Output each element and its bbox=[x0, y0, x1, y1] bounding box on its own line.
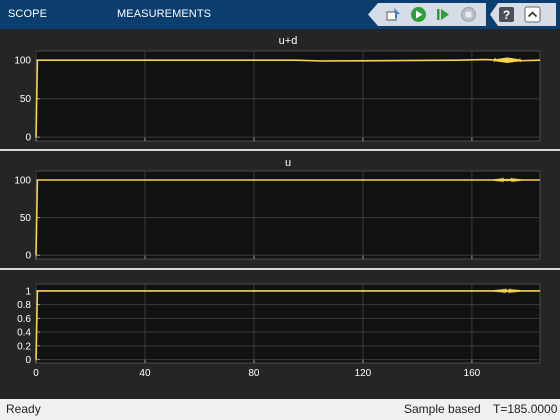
panel-separator bbox=[0, 268, 560, 270]
axes-background bbox=[35, 283, 541, 364]
y-tick-label: 50 bbox=[20, 94, 32, 105]
tab-measurements[interactable]: MEASUREMENTS bbox=[117, 0, 211, 29]
y-tick-label: 100 bbox=[14, 56, 31, 67]
signal-oscillation bbox=[493, 288, 522, 294]
y-tick-label: 0.4 bbox=[17, 328, 31, 339]
scope-panel-2: u 0 50 100 bbox=[14, 157, 541, 262]
find-signal-button[interactable] bbox=[384, 5, 403, 24]
status-ready: Ready bbox=[6, 402, 41, 416]
y-tick-label: 0.2 bbox=[17, 341, 31, 352]
scope-toolstrip: SCOPE MEASUREMENTS ? bbox=[0, 0, 560, 29]
panel-separator bbox=[0, 149, 560, 151]
collapse-toolstrip-button[interactable] bbox=[523, 5, 542, 24]
y-tick-label: 50 bbox=[20, 213, 32, 224]
status-bar: Ready Sample based T=185.0000 bbox=[0, 399, 560, 420]
x-tick-label: 80 bbox=[248, 368, 260, 379]
scope-panel-1: u+d 0 50 100 bbox=[14, 35, 541, 144]
step-forward-button[interactable] bbox=[434, 5, 453, 24]
axes-background bbox=[35, 170, 541, 260]
svg-text:?: ? bbox=[503, 8, 510, 22]
plot-title: u+d bbox=[279, 35, 298, 47]
plot-title: u bbox=[285, 157, 291, 169]
y-tick-label: 0 bbox=[25, 355, 31, 366]
y-tick-label: 100 bbox=[14, 176, 31, 187]
stop-icon bbox=[461, 7, 476, 22]
run-button[interactable] bbox=[409, 5, 428, 24]
status-sample-mode: Sample based bbox=[404, 402, 481, 416]
stop-button[interactable] bbox=[459, 5, 478, 24]
signal-oscillation bbox=[493, 177, 522, 183]
x-tick-label: 0 bbox=[33, 368, 39, 379]
scope-plot-area: u+d 0 50 100 u 0 50 100 0 40 80 120 160 0 0.2 0.4 0.6 0.8… bbox=[0, 29, 560, 399]
run-icon bbox=[411, 7, 426, 22]
x-tick-label: 160 bbox=[464, 368, 481, 379]
step-forward-icon bbox=[437, 9, 449, 20]
scope-plots[interactable]: u+d 0 50 100 u 0 50 100 0 40 80 120 160 0 0.2 0.4 0.6 0.8… bbox=[0, 29, 560, 399]
y-tick-label: 0 bbox=[25, 133, 31, 144]
help-button[interactable]: ? bbox=[497, 5, 516, 24]
scope-panel-3: 0 40 80 120 160 0 0.2 0.4 0.6 0.8 1 bbox=[17, 283, 541, 379]
y-tick-label: 1 bbox=[25, 286, 31, 297]
y-tick-label: 0.6 bbox=[17, 314, 31, 325]
x-tick-label: 120 bbox=[355, 368, 372, 379]
y-tick-label: 0.8 bbox=[17, 300, 31, 311]
collapse-icon bbox=[524, 6, 541, 23]
help-icon: ? bbox=[499, 7, 514, 22]
axes-background bbox=[35, 50, 541, 142]
find-signal-icon bbox=[386, 8, 400, 21]
y-tick-label: 0 bbox=[25, 251, 31, 262]
x-tick-label: 40 bbox=[139, 368, 151, 379]
status-simulation-time: T=185.0000 bbox=[493, 402, 558, 416]
tab-scope[interactable]: SCOPE bbox=[8, 0, 47, 29]
